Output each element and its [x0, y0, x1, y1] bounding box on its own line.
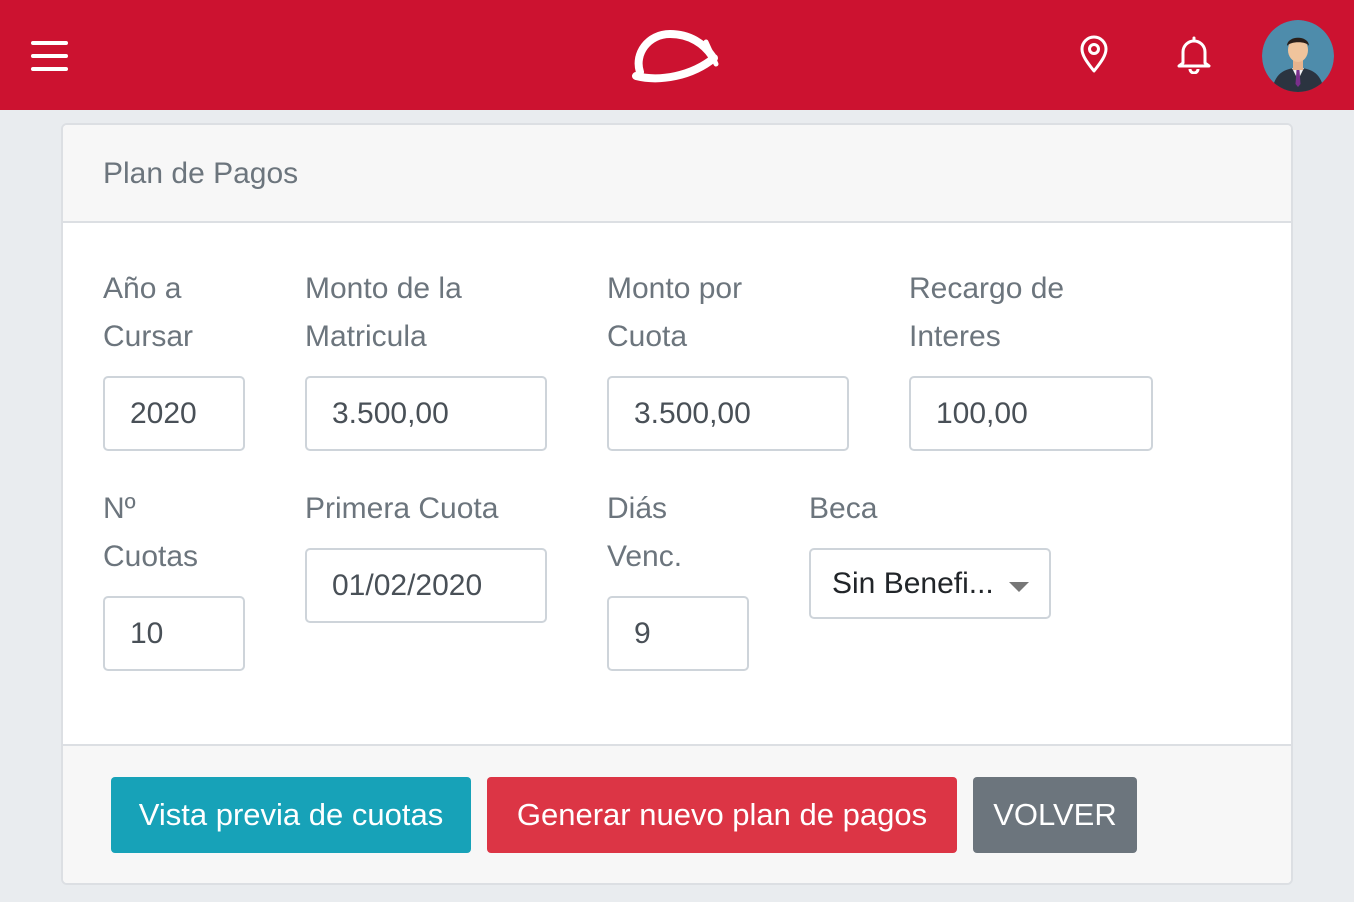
hamburger-menu-icon[interactable] [28, 36, 72, 76]
dias-venc-label: Diás Venc. [607, 492, 683, 573]
caret-down-icon [1009, 582, 1029, 592]
matricula-input[interactable]: 3.500,00 [305, 376, 547, 451]
beca-selected-value: Sin Benefi... [832, 566, 994, 600]
card-header: Plan de Pagos [63, 125, 1291, 223]
ncuotas-label: Nº Cuotas [103, 492, 199, 573]
preview-installments-button[interactable]: Vista previa de cuotas [111, 777, 471, 853]
payment-plan-card: Plan de Pagos Año a Cursar 2020 Monto de … [61, 123, 1293, 885]
location-pin-icon[interactable] [1076, 34, 1112, 74]
cuota-label: Monto por Cuota [607, 272, 743, 353]
recargo-input[interactable]: 100,00 [909, 376, 1153, 451]
bell-icon[interactable] [1174, 34, 1214, 74]
generate-plan-button[interactable]: Generar nuevo plan de pagos [487, 777, 957, 853]
brand-logo[interactable] [630, 24, 722, 86]
cuota-input[interactable]: 3.500,00 [607, 376, 849, 451]
matricula-label: Monto de la Matricula [305, 272, 462, 353]
ncuotas-input[interactable]: 10 [103, 596, 245, 671]
anio-input[interactable]: 2020 [103, 376, 245, 451]
anio-label: Año a Cursar [103, 272, 194, 353]
beca-select[interactable]: Sin Benefi... [809, 548, 1051, 619]
primera-cuota-input[interactable]: 01/02/2020 [305, 548, 547, 623]
dias-venc-input[interactable]: 9 [607, 596, 749, 671]
user-avatar[interactable] [1262, 20, 1334, 92]
recargo-label: Recargo de Interes [909, 272, 1065, 353]
back-button[interactable]: VOLVER [973, 777, 1137, 853]
beca-label: Beca [809, 492, 878, 525]
primera-cuota-label: Primera Cuota [305, 492, 499, 525]
top-navbar [0, 0, 1354, 110]
card-title: Plan de Pagos [103, 157, 299, 190]
